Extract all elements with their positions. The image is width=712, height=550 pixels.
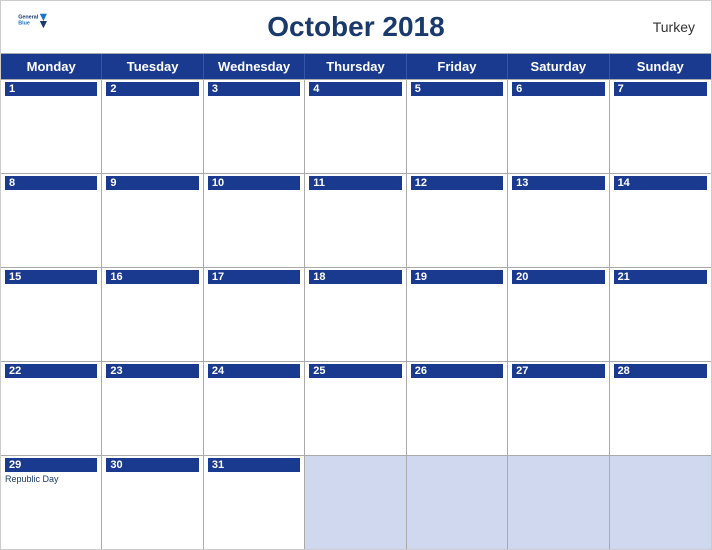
day-empty-4 xyxy=(610,456,711,549)
day-15: 15 xyxy=(1,268,102,361)
week-row-4: 22 23 24 25 26 27 28 xyxy=(1,361,711,455)
week-row-1: 1 2 3 4 5 6 7 xyxy=(1,79,711,173)
header-wednesday: Wednesday xyxy=(204,54,305,79)
day-31: 31 xyxy=(204,456,305,549)
day-29: 29 Republic Day xyxy=(1,456,102,549)
header-sunday: Sunday xyxy=(610,54,711,79)
calendar-body: 1 2 3 4 5 6 7 8 9 10 11 12 13 14 15 xyxy=(1,79,711,549)
header-saturday: Saturday xyxy=(508,54,609,79)
day-20: 20 xyxy=(508,268,609,361)
svg-text:Blue: Blue xyxy=(18,21,30,27)
week-row-2: 8 9 10 11 12 13 14 xyxy=(1,173,711,267)
day-empty-2 xyxy=(407,456,508,549)
day-22: 22 xyxy=(1,362,102,455)
calendar-header: General Blue October 2018 Turkey xyxy=(1,1,711,53)
day-16: 16 xyxy=(102,268,203,361)
svg-text:General: General xyxy=(18,15,39,21)
day-8: 8 xyxy=(1,174,102,267)
day-3: 3 xyxy=(204,80,305,173)
holiday-republic-day: Republic Day xyxy=(5,474,97,485)
day-28: 28 xyxy=(610,362,711,455)
day-5: 5 xyxy=(407,80,508,173)
day-4: 4 xyxy=(305,80,406,173)
day-21: 21 xyxy=(610,268,711,361)
week-row-5: 29 Republic Day 30 31 xyxy=(1,455,711,549)
day-14: 14 xyxy=(610,174,711,267)
header-tuesday: Tuesday xyxy=(102,54,203,79)
day-17: 17 xyxy=(204,268,305,361)
day-27: 27 xyxy=(508,362,609,455)
day-12: 12 xyxy=(407,174,508,267)
day-1: 1 xyxy=(1,80,102,173)
logo: General Blue xyxy=(17,9,47,31)
day-23: 23 xyxy=(102,362,203,455)
calendar: General Blue October 2018 Turkey Monday … xyxy=(0,0,712,550)
calendar-title: October 2018 xyxy=(267,11,444,43)
day-30: 30 xyxy=(102,456,203,549)
day-empty-3 xyxy=(508,456,609,549)
logo-icon: General Blue xyxy=(17,11,47,31)
day-6: 6 xyxy=(508,80,609,173)
day-9: 9 xyxy=(102,174,203,267)
header-friday: Friday xyxy=(407,54,508,79)
day-headers: Monday Tuesday Wednesday Thursday Friday… xyxy=(1,54,711,79)
day-empty-1 xyxy=(305,456,406,549)
day-7: 7 xyxy=(610,80,711,173)
day-10: 10 xyxy=(204,174,305,267)
day-25: 25 xyxy=(305,362,406,455)
header-thursday: Thursday xyxy=(305,54,406,79)
calendar-grid: Monday Tuesday Wednesday Thursday Friday… xyxy=(1,53,711,549)
day-24: 24 xyxy=(204,362,305,455)
day-11: 11 xyxy=(305,174,406,267)
day-18: 18 xyxy=(305,268,406,361)
country-label: Turkey xyxy=(653,19,695,35)
day-19: 19 xyxy=(407,268,508,361)
day-2: 2 xyxy=(102,80,203,173)
day-26: 26 xyxy=(407,362,508,455)
day-13: 13 xyxy=(508,174,609,267)
week-row-3: 15 16 17 18 19 20 21 xyxy=(1,267,711,361)
header-monday: Monday xyxy=(1,54,102,79)
